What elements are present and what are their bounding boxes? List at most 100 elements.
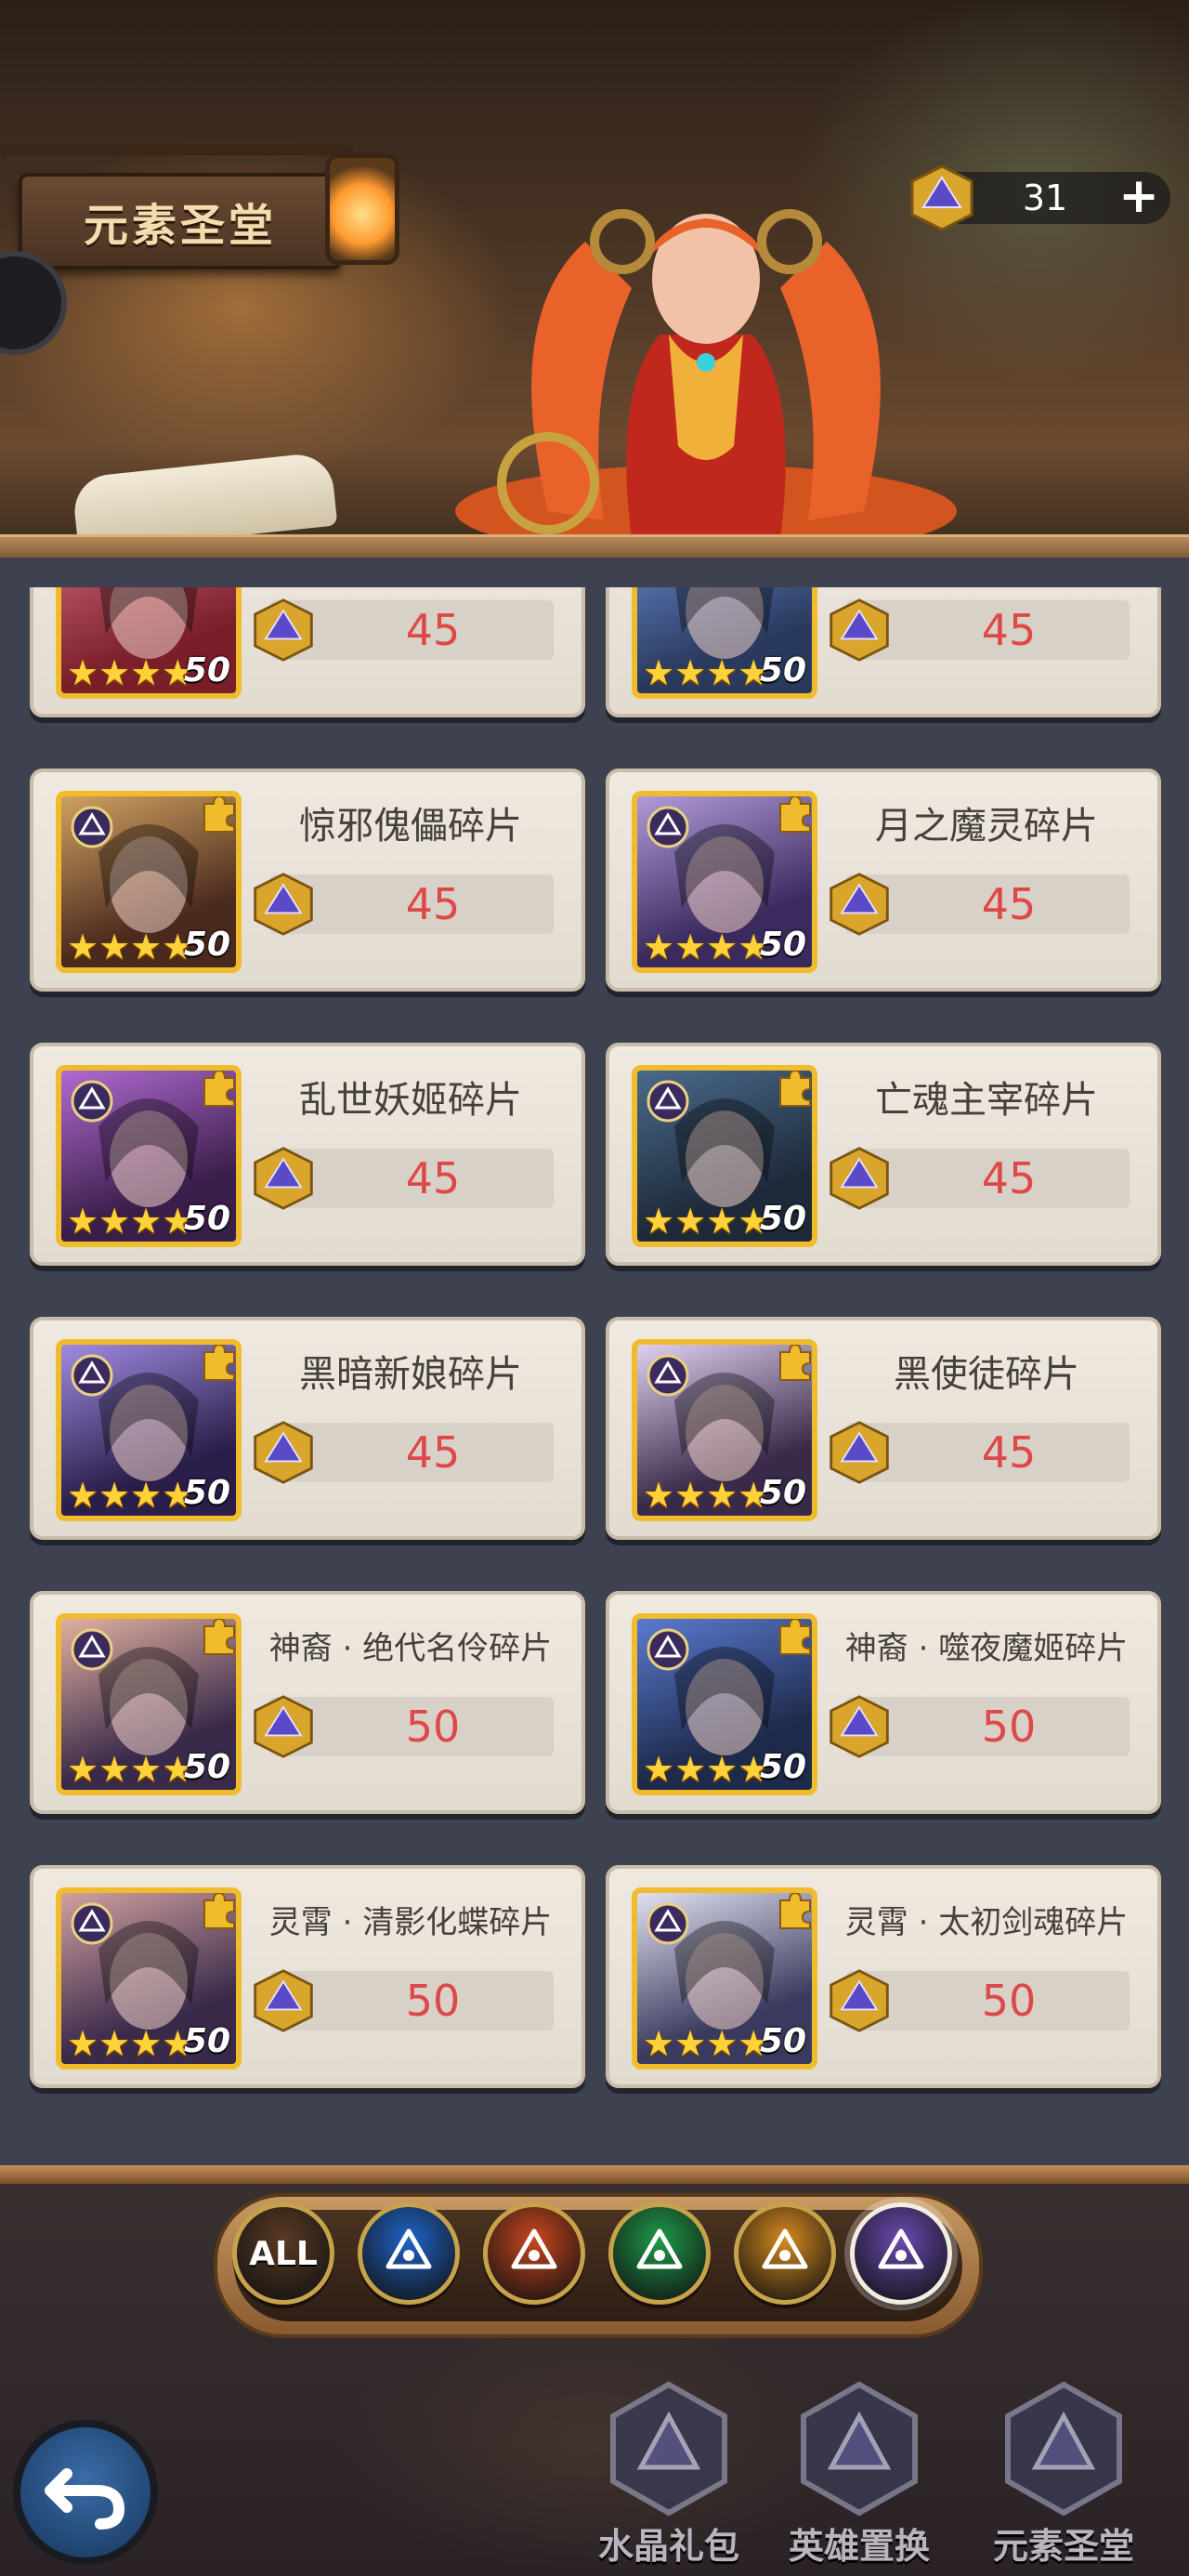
star-icon: ★ — [643, 1475, 675, 1516]
water-element-filter-button[interactable] — [358, 2202, 460, 2305]
dark-element-badge-icon — [71, 1354, 113, 1397]
fragment-puzzle-icon — [203, 1071, 235, 1107]
crystal-gift-icon — [610, 2381, 727, 2517]
dark-element-badge-icon — [647, 1080, 689, 1123]
item-name: 亡魂主宰碎片 — [875, 1079, 1098, 1122]
nav-item-element-sanctum[interactable]: 元素圣堂 — [980, 2379, 1147, 2576]
shop-item-card[interactable]: ★ ★ ★ ★ 50 惊邪傀儡碎片 45 — [30, 769, 585, 992]
light-element-filter-button[interactable] — [734, 2202, 836, 2305]
star-rating: ★ ★ ★ ★ — [643, 2025, 769, 2062]
hero-level: 50 — [183, 1200, 230, 1238]
crystal-coin-icon — [830, 1421, 889, 1484]
price-tag[interactable]: 45 — [254, 873, 554, 936]
price-tag[interactable]: 50 — [254, 1695, 554, 1758]
hero-level: 50 — [183, 1474, 230, 1512]
dark-element-filter-button[interactable] — [850, 2202, 952, 2305]
star-icon: ★ — [98, 652, 131, 693]
hero-level: 50 — [183, 1748, 230, 1786]
item-price: 45 — [405, 1153, 461, 1203]
fragment-list[interactable]: ★★★★ 50 黯魂龙袍碎片 45 ★★★★ 50 — [0, 587, 1189, 2167]
hero-portrait: ★ ★ ★ ★ 50 — [632, 587, 817, 699]
item-name: 黑使徒碎片 — [894, 1353, 1079, 1396]
nav-item-hero-swap[interactable]: 英雄置换 — [776, 2379, 943, 2576]
star-icon: ★ — [674, 927, 707, 967]
star-icon: ★ — [706, 1475, 738, 1516]
dark-element-badge-icon — [647, 1354, 689, 1397]
star-icon: ★ — [98, 927, 131, 967]
page-title: 元素圣堂 — [83, 200, 277, 252]
hero-portrait: ★ ★ ★ ★ 50 — [56, 791, 242, 973]
shop-item-card[interactable]: ★ ★ ★ ★ 50 灵霄 · 太初剑魂碎片 50 — [606, 1865, 1161, 2088]
price-tag[interactable]: 45 — [830, 1147, 1130, 1210]
wind-element-filter-button[interactable] — [608, 2202, 711, 2305]
item-price: 50 — [981, 1976, 1037, 2026]
star-icon: ★ — [130, 1749, 163, 1790]
price-tag[interactable]: 45 — [830, 1421, 1130, 1484]
hero-level: 50 — [759, 1474, 806, 1512]
nav-label: 英雄置换 — [788, 2526, 930, 2567]
shop-item-card[interactable]: ★ ★ ★ ★ 50 月之魔灵碎片 45 — [606, 769, 1161, 992]
back-button[interactable] — [13, 2420, 158, 2565]
item-price: 45 — [405, 1427, 461, 1478]
star-icon: ★ — [130, 927, 163, 967]
price-tag[interactable]: 45 — [254, 1147, 554, 1210]
item-price: 45 — [405, 605, 461, 655]
star-icon: ★ — [643, 1749, 675, 1790]
shop-item-card[interactable]: ★ ★ ★ ★ 50 灵霄 · 清影化蝶碎片 50 — [30, 1865, 585, 2088]
star-icon: ★ — [706, 927, 738, 967]
hero-portrait: ★ ★ ★ ★ 50 — [632, 1339, 817, 1521]
shop-item-card[interactable]: ★ ★ ★ ★ 50 神裔 · 噬夜魔姬碎片 50 — [606, 1591, 1161, 1814]
item-name: 惊邪傀儡碎片 — [299, 805, 522, 848]
star-icon: ★ — [98, 1475, 131, 1516]
hero-level: 50 — [759, 1748, 806, 1786]
crystal-coin-icon — [830, 1969, 889, 2032]
shop-item-card[interactable]: ★ ★ ★ ★ 50 黑暗新娘碎片 45 — [30, 1317, 585, 1540]
header-banner: 元素圣堂 31 + — [0, 0, 1189, 558]
crystal-coin-icon — [254, 1147, 313, 1210]
fragment-puzzle-icon — [779, 1893, 811, 1929]
price-tag[interactable]: 45 — [254, 598, 554, 662]
crystal-coin-icon — [830, 1147, 889, 1210]
crystal-coin-icon — [254, 873, 313, 936]
price-tag[interactable]: 45 — [830, 598, 1130, 662]
fragment-puzzle-icon — [203, 1619, 235, 1655]
fragment-puzzle-icon — [779, 1071, 811, 1107]
add-currency-button[interactable]: + — [1117, 172, 1161, 220]
item-name: 乱世妖姬碎片 — [299, 1079, 522, 1122]
price-tag[interactable]: 45 — [830, 873, 1130, 936]
star-icon: ★ — [706, 1201, 738, 1242]
star-icon: ★ — [67, 927, 99, 967]
hero-portrait: ★ ★ ★ ★ 50 — [56, 1887, 242, 2070]
nav-item-crystal-gift[interactable]: 水晶礼包 — [585, 2379, 752, 2576]
star-rating: ★ ★ ★ ★ — [643, 654, 769, 691]
star-icon: ★ — [130, 1201, 163, 1242]
star-rating: ★ ★ ★ ★ — [67, 1477, 193, 1514]
hero-portrait: ★ ★ ★ ★ 50 — [632, 1613, 817, 1795]
shop-item-card[interactable]: ★★★★ 50 黯魂龙袍碎片 45 — [30, 587, 585, 717]
hero-portrait: ★ ★ ★ ★ 50 — [632, 1887, 817, 2070]
hero-level: 50 — [183, 2022, 230, 2060]
price-tag[interactable]: 50 — [830, 1969, 1130, 2032]
star-icon: ★ — [643, 2023, 675, 2064]
shop-item-card[interactable]: ★ ★ ★ ★ 50 乱世妖姬碎片 45 — [30, 1043, 585, 1266]
shop-item-card[interactable]: ★ ★ ★ ★ 50 黑使徒碎片 45 — [606, 1317, 1161, 1540]
hero-portrait: ★ ★ ★ ★ 50 — [56, 1339, 242, 1521]
crystal-count: 31 — [1022, 177, 1068, 218]
hero-level: 50 — [183, 651, 230, 690]
shop-item-card[interactable]: ★★★★ 50 冥界行者碎片 45 — [606, 587, 1161, 717]
star-icon: ★ — [643, 927, 675, 967]
star-icon: ★ — [674, 1475, 707, 1516]
shop-item-card[interactable]: ★ ★ ★ ★ 50 神裔 · 绝代名伶碎片 50 — [30, 1591, 585, 1814]
shop-item-card[interactable]: ★ ★ ★ ★ 50 亡魂主宰碎片 45 — [606, 1043, 1161, 1266]
item-price: 50 — [405, 1976, 461, 2026]
item-price: 45 — [981, 1427, 1037, 1478]
all-filter-filter-button[interactable]: ALL — [232, 2202, 334, 2305]
item-price: 45 — [981, 879, 1037, 929]
star-icon: ★ — [643, 652, 675, 693]
price-tag[interactable]: 50 — [830, 1695, 1130, 1758]
crystal-coin-icon — [254, 1421, 313, 1484]
item-price: 45 — [405, 879, 461, 929]
fire-element-filter-button[interactable] — [483, 2202, 585, 2305]
price-tag[interactable]: 50 — [254, 1969, 554, 2032]
price-tag[interactable]: 45 — [254, 1421, 554, 1484]
